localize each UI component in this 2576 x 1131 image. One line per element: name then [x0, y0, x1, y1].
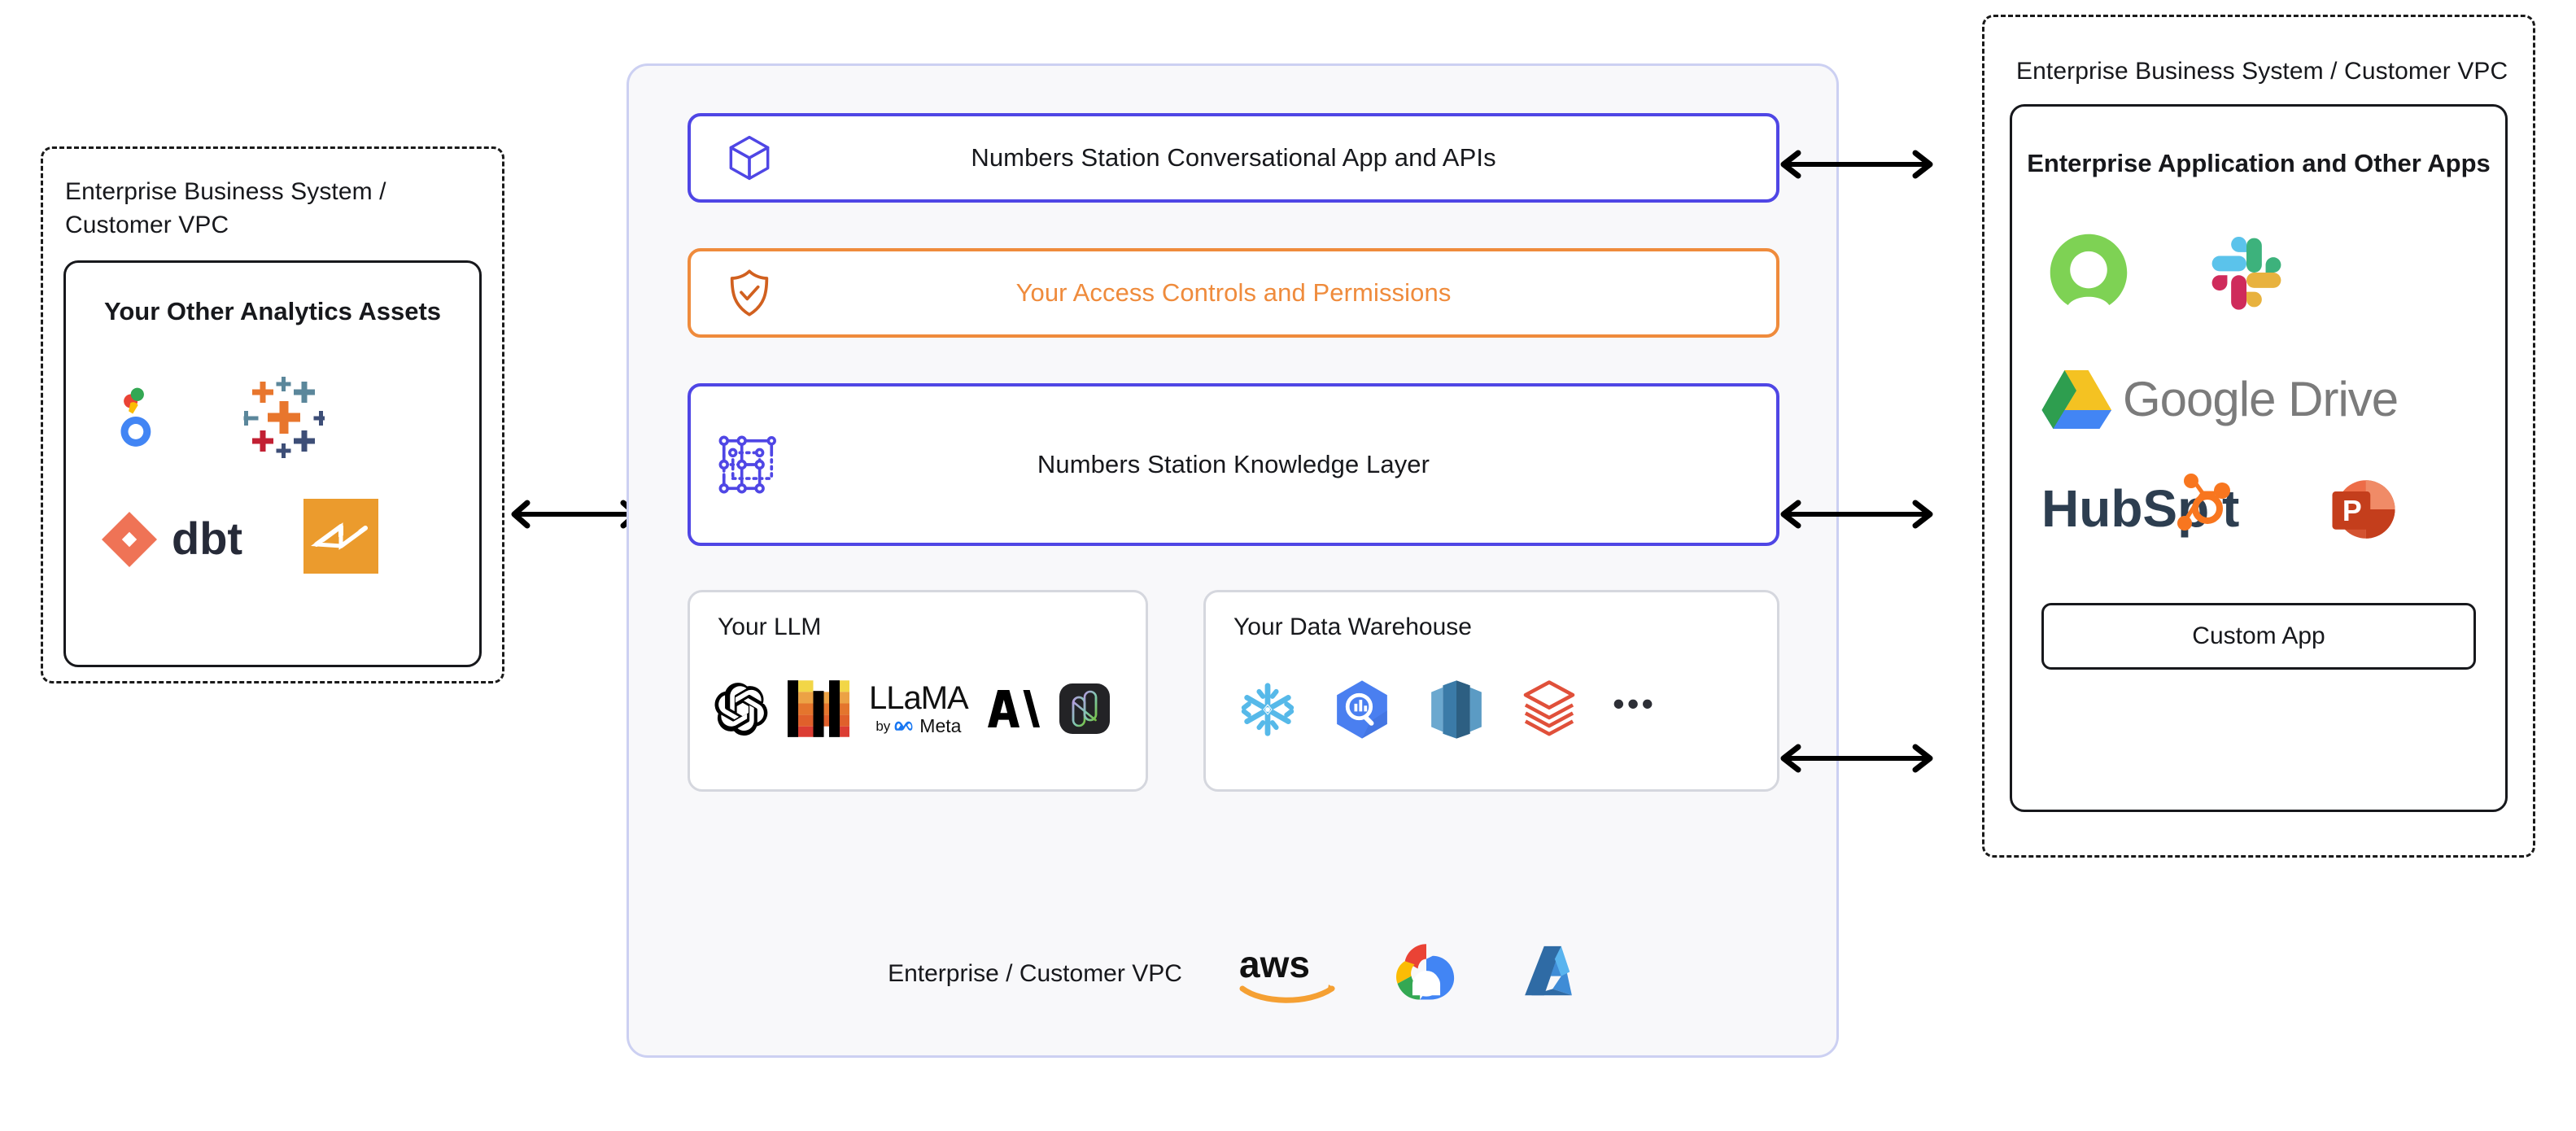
left-vpc-title-line1: Enterprise Business System / — [65, 178, 386, 205]
enterprise-apps-title: Enterprise Application and Other Apps — [2027, 149, 2491, 177]
conversational-app-label: Numbers Station Conversational App and A… — [971, 143, 1496, 172]
shield-check-icon — [720, 264, 779, 322]
right-vpc-title: Enterprise Business System / Customer VP… — [2016, 58, 2508, 85]
google-drive-wordmark: Google Drive — [2123, 371, 2399, 426]
access-controls-label: Your Access Controls and Permissions — [1015, 278, 1452, 307]
meta-text: Meta — [919, 715, 962, 736]
access-controls-box[interactable]: Your Access Controls and Permissions — [688, 248, 1779, 338]
bigquery-logo — [1331, 679, 1393, 740]
analytics-logo-row-1 — [102, 377, 452, 458]
enterprise-logo-row-2: Google Drive — [2041, 367, 2399, 430]
your-data-warehouse-title: Your Data Warehouse — [1233, 614, 1472, 640]
arrow-center-to-right-bottom — [1772, 742, 1941, 775]
arrow-center-to-right-top — [1772, 148, 1941, 181]
google-cloud-logo — [1392, 940, 1460, 1008]
svg-text:P: P — [2342, 495, 2362, 527]
redshift-logo — [1427, 679, 1486, 740]
other-analytics-assets-card: Your Other Analytics Assets dbt — [63, 260, 482, 667]
enterprise-logo-row-3: HubSp t P — [2041, 473, 2399, 546]
center-panel: Numbers Station Conversational App and A… — [627, 63, 1839, 1058]
llm-logo-row: LLaMA by Meta — [714, 680, 1129, 737]
arrow-center-to-right-middle — [1772, 498, 1941, 531]
other-analytics-assets-title: Your Other Analytics Assets — [103, 297, 442, 325]
mistral-logo — [788, 680, 849, 737]
openai-logo — [714, 682, 768, 736]
knowledge-graph-icon — [715, 432, 780, 497]
analytics-logo-row-2: dbt — [97, 499, 463, 574]
your-llm-card: Your LLM LLaMA by Meta — [688, 590, 1148, 792]
conversational-app-box[interactable]: Numbers Station Conversational App and A… — [688, 113, 1779, 203]
meta-infinity-icon — [894, 721, 913, 731]
cube-icon — [720, 129, 779, 187]
llama-wordmark: LLaMA — [869, 680, 969, 716]
snowflake-logo — [1238, 680, 1297, 739]
llama-meta-logo: LLaMA by Meta — [869, 680, 969, 736]
nvidia-nemo-logo — [1059, 683, 1110, 734]
custom-app-button[interactable]: Custom App — [2041, 603, 2476, 670]
left-vpc-title-line2: Customer VPC — [65, 211, 229, 238]
databricks-logo — [1520, 679, 1578, 740]
your-data-warehouse-card: Your Data Warehouse ••• — [1203, 590, 1779, 792]
enterprise-logo-row-1 — [2045, 229, 2289, 317]
diagram-canvas: Enterprise Business System / Customer VP… — [0, 0, 2576, 1131]
powerpoint-logo: P — [2328, 474, 2399, 545]
warehouse-more-ellipsis[interactable]: ••• — [1613, 687, 1656, 732]
hubspot-logo: HubSp t — [2041, 473, 2286, 546]
enterprise-apps-card: Enterprise Application and Other Apps Go… — [2010, 104, 2508, 812]
knowledge-layer-box[interactable]: Numbers Station Knowledge Layer — [688, 383, 1779, 546]
slack-logo — [2204, 230, 2289, 315]
svg-text:aws: aws — [1239, 943, 1310, 985]
sigma-logo — [303, 499, 378, 574]
tableau-logo — [243, 377, 325, 458]
dbt-logo: dbt — [97, 504, 276, 569]
vpc-footer-row: Enterprise / Customer VPC aws — [678, 940, 1792, 1008]
microsoft-azure-logo — [1514, 940, 1583, 1008]
left-vpc-title: Enterprise Business System / Customer VP… — [65, 176, 448, 242]
llama-by-text: by — [875, 718, 891, 734]
aws-logo: aws — [1238, 941, 1338, 1007]
quip-logo — [2045, 229, 2133, 317]
looker-logo — [102, 379, 178, 456]
vpc-footer-label: Enterprise / Customer VPC — [888, 960, 1182, 987]
svg-text:dbt: dbt — [172, 513, 242, 564]
knowledge-layer-label: Numbers Station Knowledge Layer — [1037, 450, 1430, 478]
warehouse-logo-row: ••• — [1238, 679, 1759, 740]
google-drive-icon — [2041, 367, 2111, 430]
llama-by-meta-line: by Meta — [875, 717, 961, 736]
anthropic-logo — [987, 688, 1040, 729]
your-llm-title: Your LLM — [718, 614, 822, 640]
